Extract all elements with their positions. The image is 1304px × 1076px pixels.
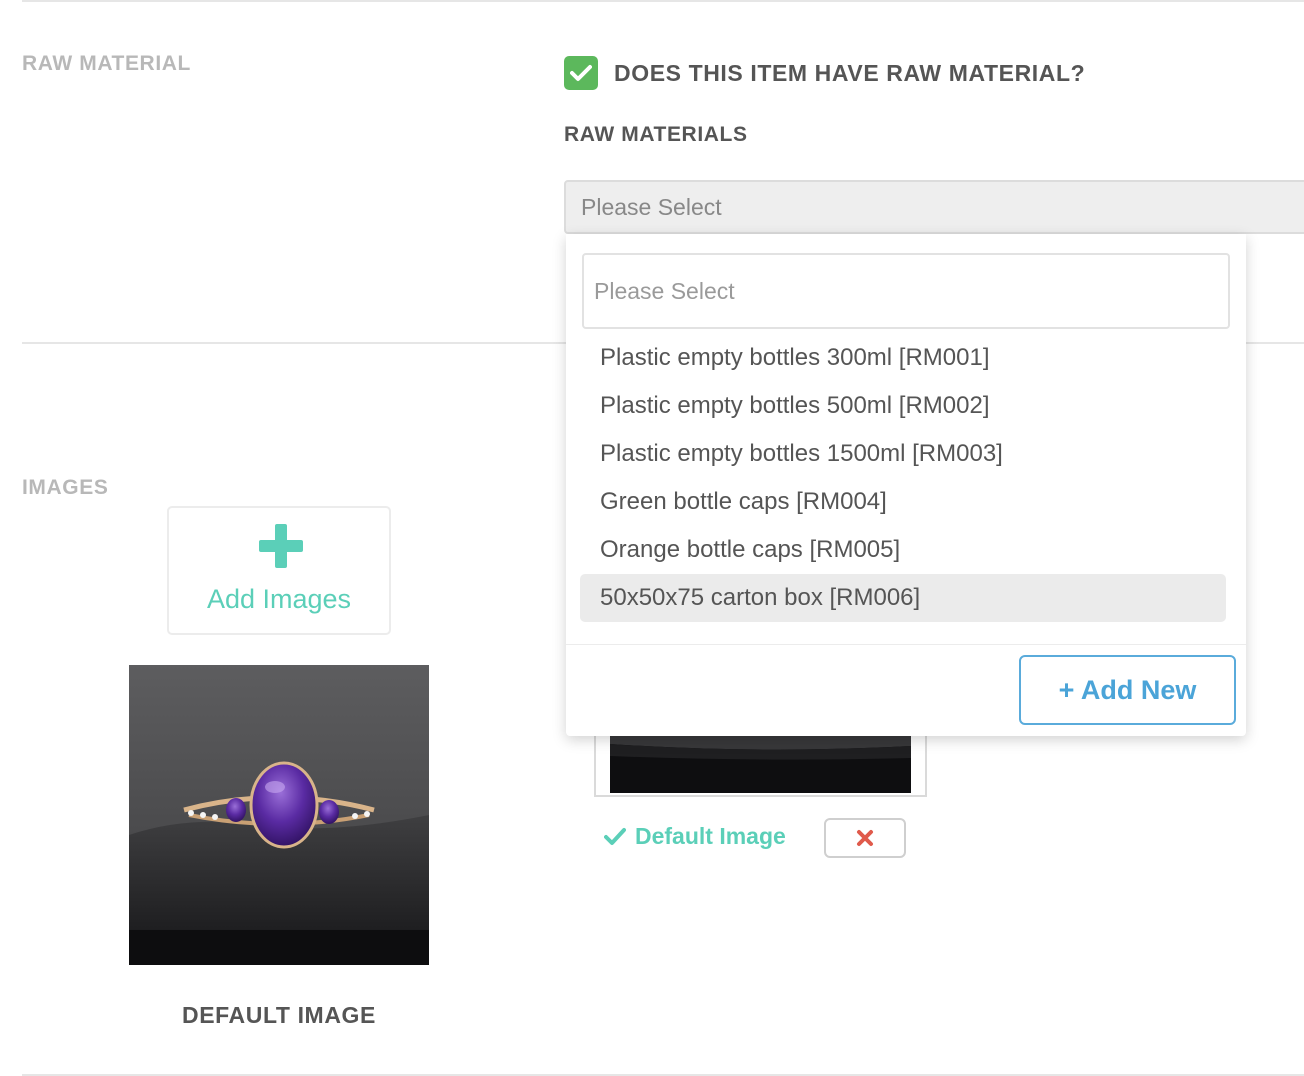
add-images-button[interactable]: Add Images	[167, 506, 391, 635]
has-raw-material-checkbox[interactable]	[564, 56, 598, 90]
divider-top	[22, 0, 1304, 2]
dropdown-option[interactable]: Plastic empty bottles 1500ml [RM003]	[580, 430, 1226, 478]
delete-image-button[interactable]	[824, 818, 906, 858]
dropdown-option-highlighted[interactable]: 50x50x75 carton box [RM006]	[580, 574, 1226, 622]
raw-materials-dropdown: Plastic empty bottles 300ml [RM001] Plas…	[566, 234, 1246, 736]
checkmark-icon	[570, 65, 592, 81]
raw-material-section-label: RAW MATERIAL	[22, 52, 191, 75]
has-raw-material-question: DOES THIS ITEM HAVE RAW MATERIAL?	[614, 60, 1086, 86]
dropdown-option[interactable]: Green bottle caps [RM004]	[580, 478, 1226, 526]
dropdown-search-input[interactable]	[582, 253, 1230, 329]
dropdown-option[interactable]: Plastic empty bottles 300ml [RM001]	[580, 334, 1226, 382]
plus-icon	[259, 524, 303, 568]
dropdown-option[interactable]: Plastic empty bottles 500ml [RM002]	[580, 382, 1226, 430]
raw-materials-select[interactable]: Please Select	[564, 180, 1304, 234]
dropdown-option[interactable]: Orange bottle caps [RM005]	[580, 526, 1226, 574]
add-new-raw-material-button[interactable]: + Add New	[1019, 655, 1236, 725]
add-images-label: Add Images	[206, 584, 352, 614]
images-section-label: IMAGES	[22, 476, 109, 499]
check-icon	[604, 827, 626, 845]
default-image-badge-label: Default Image	[635, 823, 786, 849]
default-product-image	[129, 665, 429, 965]
raw-materials-field-label: RAW MATERIALS	[564, 123, 748, 146]
default-image-badge: Default Image	[604, 823, 786, 850]
default-image-caption: DEFAULT IMAGE	[182, 1002, 376, 1028]
raw-materials-select-value: Please Select	[581, 193, 722, 220]
close-icon	[857, 830, 873, 846]
dropdown-footer-divider	[566, 644, 1246, 645]
